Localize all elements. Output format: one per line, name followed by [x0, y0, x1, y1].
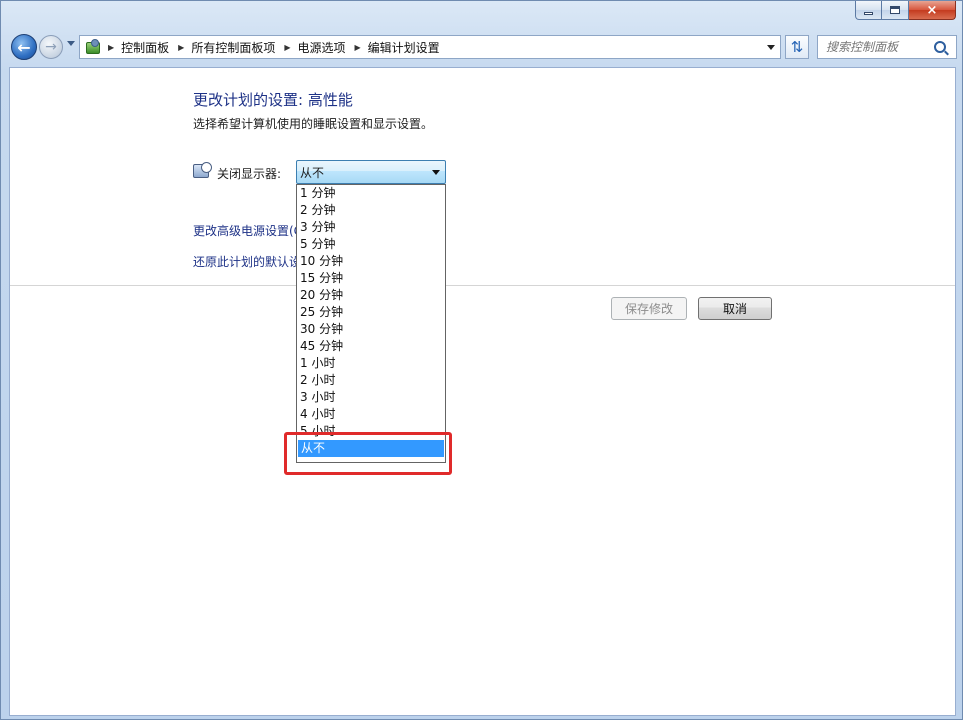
dropdown-option[interactable]: 3 分钟	[297, 219, 445, 236]
page-subtitle: 选择希望计算机使用的睡眠设置和显示设置。	[193, 117, 434, 131]
breadcrumb-edit-plan[interactable]: 编辑计划设置	[368, 39, 440, 56]
forward-button[interactable]: →	[39, 35, 63, 59]
recent-pages-dropdown[interactable]	[67, 41, 75, 46]
refresh-icon: ⇅	[790, 38, 804, 56]
close-icon: ×	[926, 2, 938, 18]
dropdown-option[interactable]: 15 分钟	[297, 270, 445, 287]
dropdown-option[interactable]: 2 小时	[297, 372, 445, 389]
dropdown-option[interactable]: 25 分钟	[297, 304, 445, 321]
dropdown-option[interactable]: 3 小时	[297, 389, 445, 406]
cancel-button[interactable]: 取消	[698, 297, 772, 320]
search-icon[interactable]	[934, 41, 946, 53]
main-content: 更改计划的设置: 高性能 选择希望计算机使用的睡眠设置和显示设置。 关闭显示器:…	[9, 67, 956, 716]
window-controls: ×	[855, 1, 956, 21]
minimize-button[interactable]	[855, 1, 882, 20]
dropdown-option[interactable]: 45 分钟	[297, 338, 445, 355]
breadcrumb-all-items[interactable]: 所有控制面板项	[191, 39, 275, 56]
select-current-value: 从不	[300, 165, 325, 180]
display-timeout-dropdown-list: 1 分钟 2 分钟 3 分钟 5 分钟 10 分钟 15 分钟 20 分钟 25…	[296, 184, 446, 463]
maximize-icon	[890, 6, 900, 14]
dropdown-option[interactable]: 4 小时	[297, 406, 445, 423]
dropdown-option-selected[interactable]: 从不	[298, 440, 444, 457]
dropdown-option[interactable]: 1 分钟	[297, 185, 445, 202]
back-arrow-icon: ←	[17, 37, 31, 57]
back-button[interactable]: ←	[11, 34, 37, 60]
address-history-dropdown[interactable]	[762, 36, 780, 58]
turn-off-display-label: 关闭显示器:	[217, 167, 282, 181]
chevron-right-icon[interactable]: ▶	[284, 43, 290, 52]
dropdown-option[interactable]: 5 分钟	[297, 236, 445, 253]
breadcrumb-power-options[interactable]: 电源选项	[298, 39, 346, 56]
forward-arrow-icon: →	[45, 39, 57, 55]
chevron-down-icon	[432, 170, 440, 175]
advanced-power-settings-link[interactable]: 更改高级电源设置(C)	[193, 222, 307, 239]
control-panel-icon	[84, 39, 102, 55]
breadcrumb: ▶ 控制面板 ▶ 所有控制面板项 ▶ 电源选项 ▶ 编辑计划设置	[108, 39, 449, 56]
dropdown-option[interactable]: 1 小时	[297, 355, 445, 372]
address-bar[interactable]: ▶ 控制面板 ▶ 所有控制面板项 ▶ 电源选项 ▶ 编辑计划设置	[79, 35, 781, 59]
dropdown-option[interactable]: 30 分钟	[297, 321, 445, 338]
turn-off-display-select[interactable]: 从不	[296, 160, 446, 184]
dropdown-option[interactable]: 10 分钟	[297, 253, 445, 270]
divider	[10, 285, 955, 286]
breadcrumb-control-panel[interactable]: 控制面板	[121, 39, 169, 56]
dropdown-option[interactable]: 5 小时	[297, 423, 445, 440]
search-input[interactable]	[826, 40, 930, 54]
navigation-toolbar: ← → ▶ 控制面板 ▶ 所有控制面板项 ▶ 电源选项 ▶ 编辑计划设置 ⇅	[9, 31, 957, 63]
control-panel-window: × ← → ▶ 控制面板 ▶ 所有控制面板项 ▶ 电源选项 ▶ 编辑计划设置 ⇅	[0, 0, 963, 720]
display-timer-icon	[193, 162, 212, 178]
restore-defaults-link[interactable]: 还原此计划的默认设置	[193, 253, 313, 270]
chevron-right-icon[interactable]: ▶	[108, 43, 114, 52]
close-button[interactable]: ×	[909, 1, 956, 20]
save-changes-button[interactable]: 保存修改	[611, 297, 687, 320]
chevron-right-icon[interactable]: ▶	[178, 43, 184, 52]
refresh-button[interactable]: ⇅	[785, 35, 809, 59]
dropdown-option[interactable]: 20 分钟	[297, 287, 445, 304]
page-title: 更改计划的设置: 高性能	[193, 91, 353, 109]
maximize-button[interactable]	[882, 1, 909, 20]
chevron-down-icon	[767, 44, 775, 50]
dropdown-option[interactable]: 2 分钟	[297, 202, 445, 219]
minimize-icon	[864, 12, 873, 15]
chevron-right-icon[interactable]: ▶	[355, 43, 361, 52]
search-box[interactable]	[817, 35, 957, 59]
